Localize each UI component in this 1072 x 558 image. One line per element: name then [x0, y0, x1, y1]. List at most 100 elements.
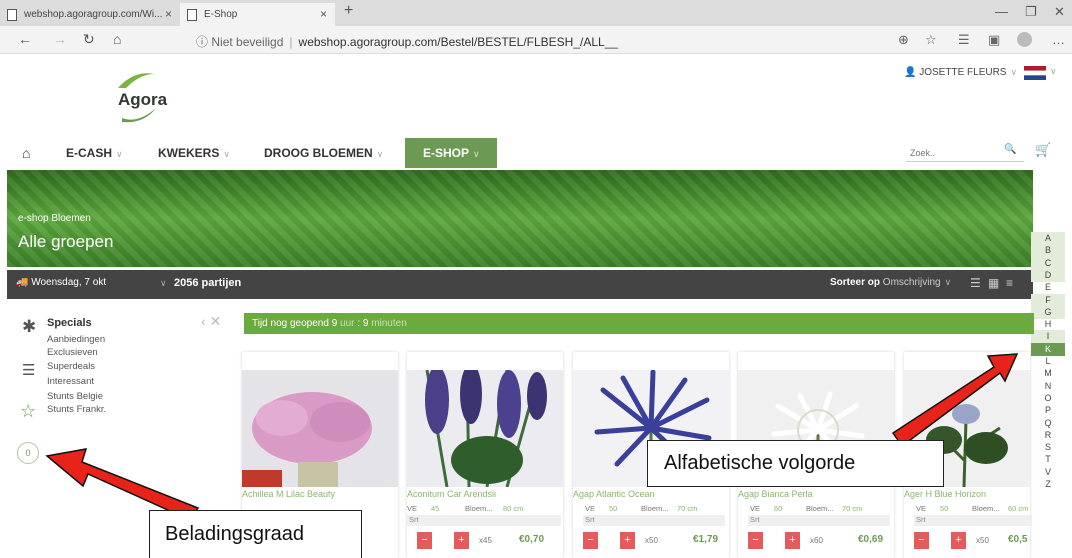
increase-button[interactable]: + [620, 532, 635, 549]
alphabet-letter-m[interactable]: M [1031, 367, 1065, 380]
alphabet-letter-a[interactable]: A [1031, 232, 1065, 245]
product-name[interactable]: Agap Bianca Perla [738, 489, 894, 499]
zoom-icon[interactable]: ⊕ [898, 32, 909, 48]
lot-count: 2056 partijen [174, 277, 242, 289]
browser-tab-2[interactable]: E-Shop × [180, 3, 335, 26]
chevron-down-icon: ∨ [1010, 67, 1018, 77]
product-card[interactable]: Aconitum Car Arendsii VE 45 Bloem... 80 cm … [407, 352, 563, 558]
grid-view-icon[interactable]: ▦ [988, 276, 999, 290]
minimize-icon[interactable]: — [995, 4, 1008, 19]
collections-icon[interactable]: ▣ [988, 32, 1000, 48]
sidebar-item-exclusieven[interactable]: Exclusieven [47, 347, 98, 358]
close-tab-icon[interactable]: × [165, 3, 172, 26]
chevron-down-icon[interactable]: ∨ [1050, 66, 1057, 77]
decrease-button[interactable]: − [748, 532, 763, 549]
alphabet-letter-r[interactable]: R [1031, 429, 1065, 442]
cart-icon[interactable]: 🛒 [1035, 142, 1051, 158]
sidebar-item-superdeals[interactable]: Superdeals [47, 361, 95, 372]
filter-icon: ☰ [22, 362, 36, 379]
user-icon: 👤 [904, 67, 917, 78]
new-tab-button[interactable]: + [344, 2, 353, 20]
sidebar-item-stunts-belgie[interactable]: Stunts Belgie [47, 391, 103, 402]
product-name[interactable]: Agap Atlantic Ocean [573, 489, 729, 499]
timer-minutes: 9 [362, 318, 369, 329]
alphabet-letter-t[interactable]: T [1031, 453, 1065, 466]
product-quantity: x50 [976, 536, 989, 545]
menu-icon[interactable]: … [1052, 32, 1065, 47]
maximize-icon[interactable]: ❐ [1025, 4, 1037, 20]
increase-button[interactable]: + [785, 532, 800, 549]
alphabet-letter-c[interactable]: C [1031, 256, 1065, 270]
nav-e-cash[interactable]: E-CASH ∨ [66, 138, 123, 168]
tab-title: webshop.agoragroup.com/Wi... [24, 9, 163, 20]
close-tab-icon[interactable]: × [320, 3, 327, 26]
back-icon[interactable]: ← [18, 31, 32, 47]
product-price: €0,5 [1008, 534, 1028, 545]
alphabet-letter-p[interactable]: P [1031, 404, 1065, 417]
breadcrumb[interactable]: e-shop Bloemen [18, 213, 91, 224]
nav-label: E-CASH [66, 146, 113, 160]
sidebar-item-aanbiedingen[interactable]: Aanbiedingen [47, 334, 105, 345]
increase-button[interactable]: + [951, 532, 966, 549]
alphabet-letter-b[interactable]: B [1031, 244, 1065, 258]
home-nav-icon[interactable]: ⌂ [22, 138, 30, 168]
alphabet-letter-e[interactable]: E [1031, 281, 1065, 294]
nav-e-shop[interactable]: E-SHOP ∨ [405, 138, 497, 168]
product-name[interactable]: Ager H Blue Horizon [904, 489, 1030, 499]
product-name[interactable]: Aconitum Car Arendsii [407, 489, 563, 499]
favorites-bar-icon[interactable]: ☰ [958, 32, 970, 48]
search-icon[interactable]: 🔍 [1004, 144, 1016, 155]
chevron-down-icon: ∨ [160, 278, 167, 288]
banner [7, 170, 1033, 267]
alphabet-letter-s[interactable]: S [1031, 441, 1065, 454]
alphabet-letter-i[interactable]: I [1031, 330, 1065, 344]
alphabet-letter-l[interactable]: L [1031, 355, 1065, 368]
home-icon[interactable]: ⌂ [113, 31, 121, 47]
page-icon [187, 9, 197, 21]
browser-tab-1[interactable]: webshop.agoragroup.com/Wi... × [0, 3, 180, 26]
alphabet-letter-h[interactable]: H [1031, 318, 1065, 331]
profile-icon[interactable] [1017, 32, 1032, 47]
date-select[interactable]: 🚚 Woensdag, 7 okt ∨ [16, 277, 167, 288]
language-flag-icon[interactable] [1024, 66, 1046, 80]
decrease-button[interactable]: − [417, 532, 432, 549]
product-image [242, 370, 398, 487]
timer-minutes-unit: minuten [371, 318, 407, 329]
sidebar-collapse-control[interactable]: ‹✕ [201, 313, 225, 330]
decrease-button[interactable]: − [583, 532, 598, 549]
sidebar-item-interessant[interactable]: Interessant [47, 376, 94, 387]
close-window-icon[interactable]: ✕ [1054, 4, 1065, 20]
sort-select[interactable]: Sorteer op Omschrijving ∨ [830, 277, 951, 288]
alphabet-letter-g[interactable]: G [1031, 305, 1065, 319]
sidebar-item-stunts-frankr[interactable]: Stunts Frankr. [47, 404, 106, 415]
alphabet-letter-z[interactable]: Z [1031, 478, 1065, 491]
alphabet-letter-f[interactable]: F [1031, 293, 1065, 307]
product-image [407, 370, 563, 487]
alphabet-letter-v[interactable]: V [1031, 466, 1065, 479]
increase-button[interactable]: + [454, 532, 469, 549]
refresh-icon[interactable]: ↻ [83, 31, 95, 48]
favorite-icon[interactable]: ☆ [925, 32, 937, 48]
alphabet-letter-k[interactable]: K [1031, 342, 1065, 356]
alphabet-letter-n[interactable]: N [1031, 380, 1065, 393]
page-icon [7, 9, 17, 21]
alphabet-letter-d[interactable]: D [1031, 268, 1065, 282]
url-field[interactable]: ⓘ Niet beveiligd | webshop.agoragroup.com/… [196, 33, 618, 50]
forward-icon[interactable]: → [53, 31, 67, 47]
product-sort-field: Srt [748, 515, 890, 526]
product-name[interactable]: Achillea M Lilac Beauty [242, 489, 398, 499]
product-quantity: x45 [479, 536, 492, 545]
product-quantity: x50 [645, 536, 658, 545]
add-list-icon[interactable]: ≡ [1006, 276, 1013, 290]
timer-label: Tijd nog geopend [252, 318, 329, 329]
user-menu[interactable]: 👤 JOSETTE FLEURS ∨ [904, 67, 1017, 78]
info-icon: ⓘ [196, 35, 209, 49]
alphabet-letter-q[interactable]: Q [1031, 417, 1065, 430]
decrease-button[interactable]: − [914, 532, 929, 549]
list-view-icon[interactable]: ☰ [970, 276, 981, 290]
nav-droog-bloemen[interactable]: DROOG BLOEMEN ∨ [264, 138, 383, 168]
alphabet-letter-o[interactable]: O [1031, 392, 1065, 405]
product-price: €1,79 [693, 534, 719, 545]
nav-kwekers[interactable]: KWEKERS ∨ [158, 138, 230, 168]
user-name: JOSETTE FLEURS [919, 67, 1007, 78]
